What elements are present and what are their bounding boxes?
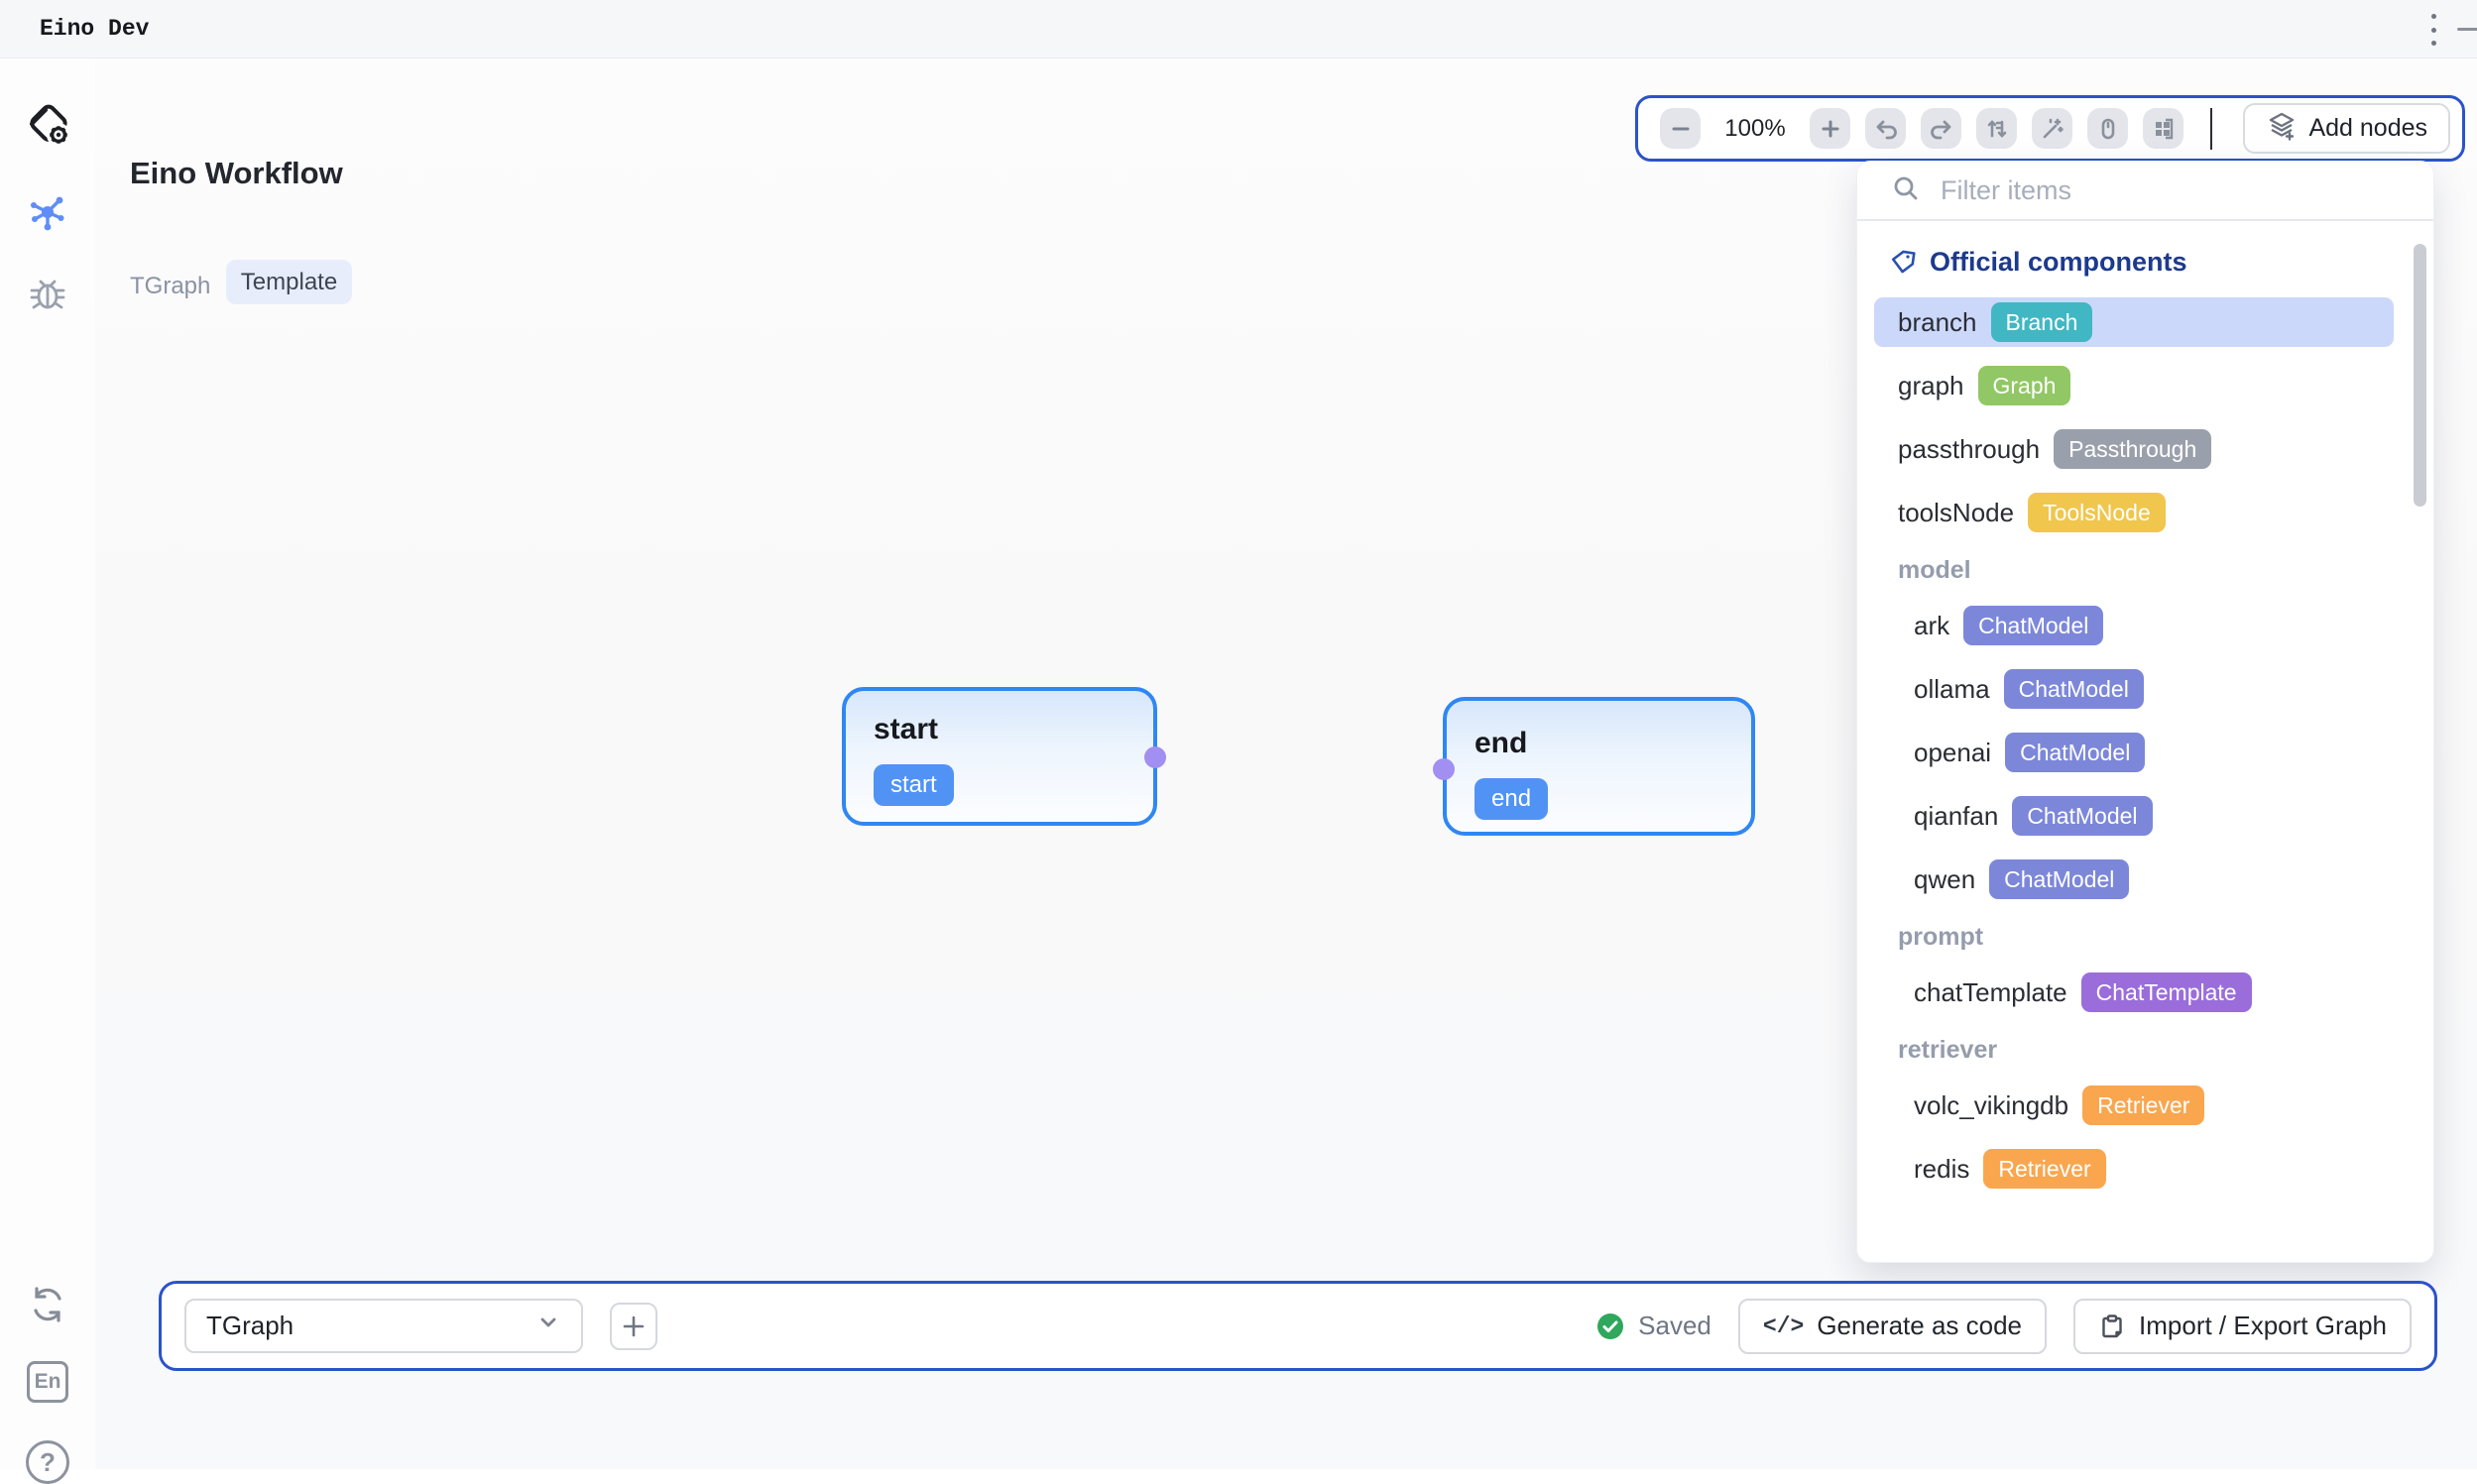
canvas-toolbar: 100% <box>1635 95 2465 162</box>
saved-label: Saved <box>1638 1311 1711 1341</box>
tab-tgraph[interactable]: TGraph <box>130 264 210 308</box>
section-label-prompt: prompt <box>1874 918 2394 956</box>
node-input-port[interactable] <box>1433 758 1455 780</box>
eino-logo-icon[interactable] <box>0 98 95 150</box>
node-title: end <box>1474 727 1527 760</box>
tab-template[interactable]: Template <box>226 260 352 304</box>
component-list: Official components branch Branch graph … <box>1857 221 2433 1194</box>
saved-check-icon <box>1595 1312 1625 1341</box>
component-item-ark[interactable]: ark ChatModel <box>1874 601 2394 650</box>
component-item-ollama[interactable]: ollama ChatModel <box>1874 664 2394 714</box>
node-type-badge: end <box>1474 778 1548 820</box>
add-nodes-panel: Official components branch Branch graph … <box>1856 161 2434 1263</box>
minimize-icon[interactable] <box>2457 28 2477 31</box>
toolbar-divider <box>2210 108 2212 150</box>
section-label-model: model <box>1874 551 2394 589</box>
node-end[interactable]: end end <box>1443 697 1755 836</box>
add-nodes-label: Add nodes <box>2308 114 2427 143</box>
debug-bug-icon[interactable] <box>0 269 95 318</box>
code-icon: </> <box>1763 1313 1804 1339</box>
component-item-redis[interactable]: redis Retriever <box>1874 1144 2394 1194</box>
app-window: Eino Workflow TGraph Template start star… <box>0 0 2477 1469</box>
add-nodes-button[interactable]: Add nodes <box>2243 103 2450 154</box>
import-export-graph-button[interactable]: Import / Export Graph <box>2073 1299 2412 1354</box>
zoom-level: 100% <box>1715 115 1795 143</box>
node-output-port[interactable] <box>1144 746 1166 768</box>
mouse-mode-icon[interactable] <box>2087 108 2128 149</box>
node-type-badge: start <box>874 764 954 806</box>
refresh-icon[interactable] <box>0 1281 95 1328</box>
redo-icon[interactable] <box>1921 108 1961 149</box>
panel-scrollbar[interactable] <box>2414 244 2426 507</box>
filter-row <box>1857 162 2433 221</box>
component-item-qwen[interactable]: qwen ChatModel <box>1874 855 2394 904</box>
node-start[interactable]: start start <box>842 687 1157 826</box>
component-item-qianfan[interactable]: qianfan ChatModel <box>1874 791 2394 841</box>
filter-input[interactable] <box>1941 175 2317 206</box>
search-icon <box>1891 173 1921 208</box>
add-graph-button[interactable] <box>610 1303 657 1350</box>
clipboard-icon <box>2098 1313 2126 1340</box>
overflow-menu-icon[interactable] <box>2429 14 2437 46</box>
bottom-bar: TGraph Saved </> Generate as code <box>159 1281 2437 1371</box>
window-titlebar: Eino Dev <box>0 0 2477 58</box>
component-item-openai[interactable]: openai ChatModel <box>1874 728 2394 777</box>
generate-as-code-button[interactable]: </> Generate as code <box>1738 1299 2047 1354</box>
chevron-down-icon <box>535 1310 561 1342</box>
minimap-icon[interactable] <box>2143 108 2183 149</box>
left-sidebar: En ? <box>0 58 95 1469</box>
magic-wand-icon[interactable] <box>2032 108 2072 149</box>
component-item-graph[interactable]: graph Graph <box>1874 361 2394 410</box>
component-item-branch[interactable]: branch Branch <box>1874 297 2394 347</box>
layers-plus-icon <box>2266 109 2298 148</box>
zoom-in-button[interactable] <box>1810 108 1850 149</box>
page-title: Eino Workflow <box>130 156 343 191</box>
component-item-chattemplate[interactable]: chatTemplate ChatTemplate <box>1874 968 2394 1017</box>
window-title: Eino Dev <box>40 0 149 57</box>
auto-layout-icon[interactable] <box>1976 108 2017 149</box>
tag-icon <box>1889 249 1917 277</box>
graph-select[interactable]: TGraph <box>184 1299 583 1353</box>
section-label-retriever: retriever <box>1874 1031 2394 1069</box>
language-en-icon[interactable]: En <box>0 1361 95 1403</box>
save-status: Saved <box>1595 1311 1711 1341</box>
workflow-graph-icon[interactable] <box>0 187 95 237</box>
component-item-toolsnode[interactable]: toolsNode ToolsNode <box>1874 488 2394 537</box>
undo-icon[interactable] <box>1865 108 1906 149</box>
node-title: start <box>874 713 938 746</box>
zoom-out-button[interactable] <box>1660 108 1701 149</box>
component-item-passthrough[interactable]: passthrough Passthrough <box>1874 424 2394 474</box>
official-components-header: Official components <box>1889 247 2394 278</box>
component-item-volc-vikingdb[interactable]: volc_vikingdb Retriever <box>1874 1081 2394 1130</box>
help-icon[interactable]: ? <box>0 1440 95 1484</box>
